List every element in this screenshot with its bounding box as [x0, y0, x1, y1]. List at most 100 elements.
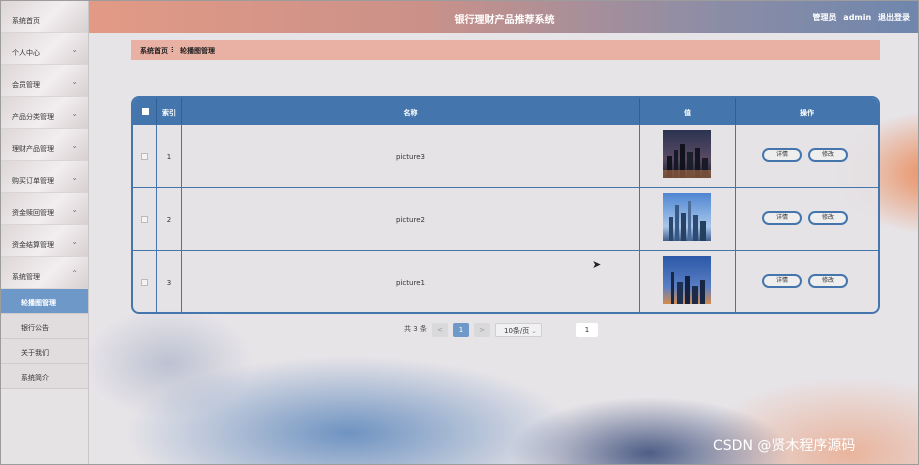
row-name-cell: picture2 [182, 188, 640, 250]
row-value-cell [640, 188, 736, 250]
sidebar-subitem-carousel[interactable]: 轮播图管理 [1, 289, 88, 314]
page-jump-input[interactable]: 1 [576, 323, 598, 337]
row-index-cell: 1 [157, 125, 182, 187]
sidebar-item-label: 系统管理 [12, 273, 40, 281]
sidebar-item-orders[interactable]: 购买订单管理 ⌄ [1, 161, 88, 193]
row-select-cell [133, 188, 157, 250]
header-index-label: 索引 [162, 109, 176, 117]
row-actions-cell: 详情 修改 [736, 125, 878, 187]
header-value: 值 [640, 98, 736, 124]
pagination-total: 共 3 条 [404, 325, 427, 333]
sidebar-item-label: 个人中心 [12, 49, 40, 57]
detail-button[interactable]: 详情 [762, 211, 802, 225]
chevron-down-icon: ⌄ [71, 45, 78, 54]
chevron-up-icon: ⌃ [71, 269, 78, 278]
row-index-cell: 3 [157, 251, 182, 312]
table-row: 1 picture3 详情 修改 [133, 124, 878, 187]
sidebar-subitem-announcements[interactable]: 银行公告 [1, 314, 88, 339]
sidebar-item-home[interactable]: 系统首页 [1, 1, 88, 33]
row-name: picture1 [396, 279, 425, 287]
chevron-down-icon: ⌄ [71, 205, 78, 214]
row-checkbox[interactable] [141, 279, 148, 286]
sidebar: 系统首页 个人中心 ⌄ 会员管理 ⌄ 产品分类管理 ⌄ 理财产品管理 ⌄ 购买订… [1, 1, 89, 464]
sidebar-item-label: 系统首页 [12, 17, 40, 25]
sidebar-subitem-intro[interactable]: 系统简介 [1, 364, 88, 389]
page-size-value: 10条/页 [504, 327, 530, 335]
row-name: picture3 [396, 153, 425, 161]
chevron-down-icon: ⌄ [71, 141, 78, 150]
breadcrumb-home[interactable]: 系统首页 [140, 46, 168, 56]
chevron-down-icon: ⌄ [71, 173, 78, 182]
sidebar-item-settlement[interactable]: 资金结算管理 ⌄ [1, 225, 88, 257]
detail-button[interactable]: 详情 [762, 274, 802, 288]
prev-page-button[interactable]: < [432, 323, 448, 337]
header-index: 索引 [157, 98, 182, 124]
app-window: 银行理财产品推荐系统 管理员 admin 退出登录 系统首页 个人中心 ⌄ 会员… [0, 0, 919, 465]
row-index-cell: 2 [157, 188, 182, 250]
row-value-cell [640, 251, 736, 312]
watermark: CSDN @贤木程序源码 [713, 438, 856, 454]
row-actions-cell: 详情 修改 [736, 251, 878, 312]
breadcrumb-current: 轮播图管理 [180, 47, 215, 55]
chevron-down-icon: ⌄ [531, 327, 537, 335]
sidebar-item-label: 购买订单管理 [12, 177, 54, 185]
chevron-down-icon: ⌄ [71, 77, 78, 86]
sidebar-item-label: 理财产品管理 [12, 145, 54, 153]
row-name: picture2 [396, 216, 425, 224]
row-checkbox[interactable] [141, 153, 148, 160]
mouse-cursor-icon: ➤ [592, 258, 602, 271]
row-select-cell [133, 125, 157, 187]
header-actions-label: 操作 [800, 109, 814, 117]
data-table: 索引 名称 值 操作 1 picture3 详情 修改 2 picture2 详… [131, 96, 880, 314]
sidebar-subitem-label: 轮播图管理 [21, 299, 56, 307]
header-select-cell [133, 98, 157, 124]
top-header: 银行理财产品推荐系统 管理员 admin 退出登录 [89, 1, 918, 33]
sidebar-subitem-label: 系统简介 [21, 374, 49, 382]
thumbnail-image [663, 130, 711, 178]
row-name-cell: picture1 [182, 251, 640, 312]
chevron-down-icon: ⌄ [71, 237, 78, 246]
row-index: 2 [166, 216, 172, 224]
thumbnail-image [663, 193, 711, 241]
row-name-cell: picture3 [182, 125, 640, 187]
row-value-cell [640, 125, 736, 187]
edit-button[interactable]: 修改 [808, 148, 848, 162]
header-value-label: 值 [684, 109, 691, 117]
table-row: 2 picture2 详情 修改 [133, 187, 878, 250]
sidebar-item-label: 资金结算管理 [12, 241, 54, 249]
row-index: 1 [166, 153, 172, 161]
page-size-select[interactable]: 10条/页 ⌄ [495, 323, 542, 337]
row-actions-cell: 详情 修改 [736, 188, 878, 250]
row-checkbox[interactable] [141, 216, 148, 223]
header-name: 名称 [182, 98, 640, 124]
header-actions: 操作 [736, 98, 878, 124]
logout-link[interactable]: 退出登录 [878, 13, 910, 22]
sidebar-item-label: 资金赎回管理 [12, 209, 54, 217]
header-name-label: 名称 [403, 109, 418, 117]
sidebar-item-system[interactable]: 系统管理 ⌃ [1, 257, 88, 289]
sidebar-item-personal-center[interactable]: 个人中心 ⌄ [1, 33, 88, 65]
breadcrumb: 系统首页 ⵗ 轮播图管理 [131, 40, 880, 60]
user-area: 管理员 admin 退出登录 [809, 12, 911, 23]
sidebar-item-label: 产品分类管理 [12, 113, 54, 121]
username: admin [843, 13, 872, 22]
page-number-button[interactable]: 1 [453, 323, 469, 337]
select-all-checkbox[interactable] [142, 108, 149, 115]
edit-button[interactable]: 修改 [808, 274, 848, 288]
edit-button[interactable]: 修改 [808, 211, 848, 225]
sidebar-item-members[interactable]: 会员管理 ⌄ [1, 65, 88, 97]
sidebar-item-label: 会员管理 [12, 81, 40, 89]
sidebar-subitem-label: 银行公告 [21, 324, 49, 332]
breadcrumb-separator: ⵗ [171, 46, 174, 54]
user-role: 管理员 [812, 13, 837, 22]
table-row: 3 picture1 详情 修改 [133, 250, 878, 312]
next-page-button[interactable]: > [474, 323, 490, 337]
sidebar-item-redemption[interactable]: 资金赎回管理 ⌄ [1, 193, 88, 225]
sidebar-subitem-about[interactable]: 关于我们 [1, 339, 88, 364]
chevron-down-icon: ⌄ [71, 109, 78, 118]
row-select-cell [133, 251, 157, 312]
sidebar-item-products[interactable]: 理财产品管理 ⌄ [1, 129, 88, 161]
detail-button[interactable]: 详情 [762, 148, 802, 162]
sidebar-item-product-categories[interactable]: 产品分类管理 ⌄ [1, 97, 88, 129]
app-title: 银行理财产品推荐系统 [454, 15, 555, 26]
